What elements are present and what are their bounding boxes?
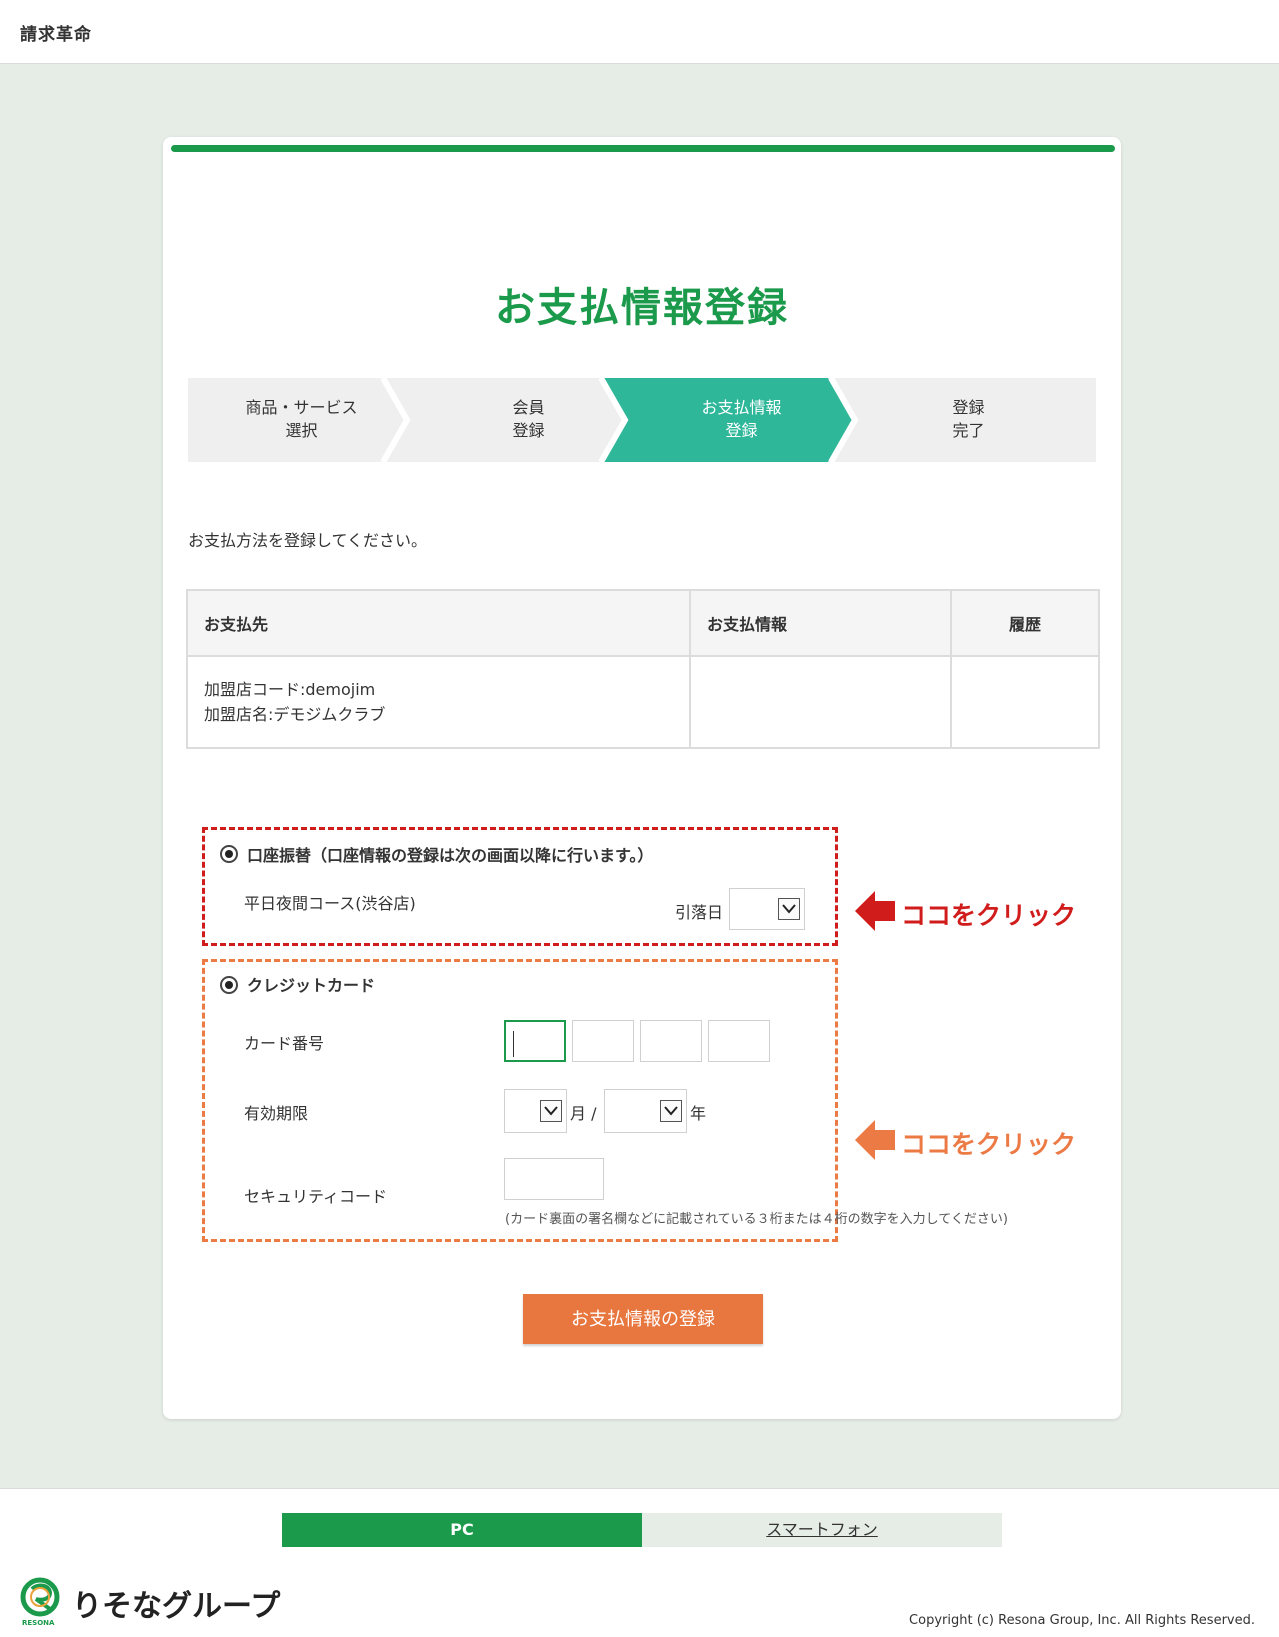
card-number-input-2[interactable] [572, 1020, 634, 1062]
app-brand: 請求革命 [20, 25, 92, 45]
expiry-month-select[interactable] [504, 1089, 567, 1133]
text-caret [513, 1031, 514, 1057]
chevron-down-icon [660, 1100, 682, 1122]
card-number-input-4[interactable] [708, 1020, 770, 1062]
step-1: 商品・サービス 選択 [188, 396, 415, 442]
register-payment-button[interactable]: お支払情報の登録 [523, 1294, 763, 1344]
copyright: Copyright (c) Resona Group, Inc. All Rig… [909, 1613, 1255, 1628]
chevron-down-icon [778, 898, 800, 920]
left-arrow-icon [855, 1120, 895, 1160]
step-3-current: お支払情報 登録 [628, 396, 855, 442]
header-payee: お支払先 [186, 589, 691, 657]
resona-logo: りそなグループ RESONA [20, 1577, 280, 1633]
table-header-row: お支払先 お支払情報 履歴 [186, 589, 1100, 657]
left-arrow-icon [855, 891, 895, 931]
expiry-year-select[interactable] [604, 1089, 687, 1133]
credit-card-label: クレジットカード [247, 976, 376, 995]
card-number-input-1[interactable] [504, 1020, 566, 1062]
main-card: お支払情報登録 商品・サービス 選択 会員 登録 お支払情報 登録 登録 完了 … [163, 137, 1121, 1419]
month-unit: 月 / [570, 1104, 597, 1123]
step-2-line2: 登録 [512, 421, 545, 440]
bank-transfer-box: 口座振替（口座情報の登録は次の画面以降に行います。） 平日夜間コース(渋谷店) … [202, 827, 838, 946]
payee-table: お支払先 お支払情報 履歴 加盟店コード:demojim 加盟店名:デモジムクラ… [186, 589, 1100, 749]
header-payment-info: お支払情報 [689, 589, 952, 657]
security-code-note: (カード裏面の署名欄などに記載されている３桁または４桁の数字を入力してください) [505, 1212, 1008, 1227]
step-2-line1: 会員 [512, 398, 545, 417]
step-3-line1: お支払情報 [701, 398, 782, 417]
logo-sub: RESONA [22, 1619, 55, 1627]
security-code-label: セキュリティコード [244, 1187, 388, 1206]
header-history: 履歴 [950, 589, 1100, 657]
chevron-down-icon [540, 1100, 562, 1122]
table-row: 加盟店コード:demojim 加盟店名:デモジムクラブ [186, 655, 1100, 749]
step-4-line1: 登録 [952, 398, 985, 417]
merchant-code: 加盟店コード:demojim [204, 680, 376, 699]
bank-transfer-label: 口座振替（口座情報の登録は次の画面以降に行います。） [247, 846, 654, 865]
resona-logo-icon [20, 1577, 60, 1617]
intro-text: お支払方法を登録してください。 [188, 531, 428, 550]
expiry-label: 有効期限 [244, 1104, 309, 1123]
bank-course-label: 平日夜間コース(渋谷店) [244, 894, 416, 913]
card-number-label: カード番号 [244, 1034, 325, 1053]
logo-text: りそなグループ [72, 1589, 281, 1624]
merchant-name: 加盟店名:デモジムクラブ [204, 705, 386, 724]
footer: PC スマートフォン りそなグループ RESONA Copyright (c) … [0, 1488, 1279, 1637]
callout-bank-text: ココをクリック [901, 901, 1077, 930]
tab-smartphone[interactable]: スマートフォン [642, 1513, 1002, 1547]
top-bar: 請求革命 [0, 0, 1279, 64]
step-4: 登録 完了 [855, 396, 1082, 442]
year-unit: 年 [690, 1104, 707, 1123]
device-tabs: PC スマートフォン [282, 1513, 1002, 1547]
withdrawal-day-select[interactable] [729, 888, 805, 930]
step-3-line2: 登録 [725, 421, 758, 440]
credit-card-radio[interactable] [220, 976, 238, 994]
bank-transfer-radio[interactable] [220, 845, 238, 863]
cell-history [950, 655, 1100, 749]
step-progress: 商品・サービス 選択 会員 登録 お支払情報 登録 登録 完了 [188, 378, 1096, 462]
card-number-input-3[interactable] [640, 1020, 702, 1062]
callout-credit-text: ココをクリック [901, 1130, 1077, 1159]
step-1-line1: 商品・サービス [245, 398, 358, 417]
step-1-line2: 選択 [285, 421, 318, 440]
security-code-input[interactable] [504, 1158, 604, 1200]
page-title: お支払情報登録 [495, 285, 789, 331]
step-4-line2: 完了 [952, 421, 985, 440]
cell-payment-info [689, 655, 952, 749]
step-2: 会員 登録 [415, 396, 642, 442]
withdrawal-day-label: 引落日 [675, 903, 724, 922]
tab-pc[interactable]: PC [282, 1513, 642, 1547]
accent-line [171, 145, 1115, 152]
credit-card-box: クレジットカード カード番号 有効期限 月 / 年 セキュリティコード (カード… [202, 959, 1008, 1242]
cell-payee: 加盟店コード:demojim 加盟店名:デモジムクラブ [186, 655, 691, 749]
